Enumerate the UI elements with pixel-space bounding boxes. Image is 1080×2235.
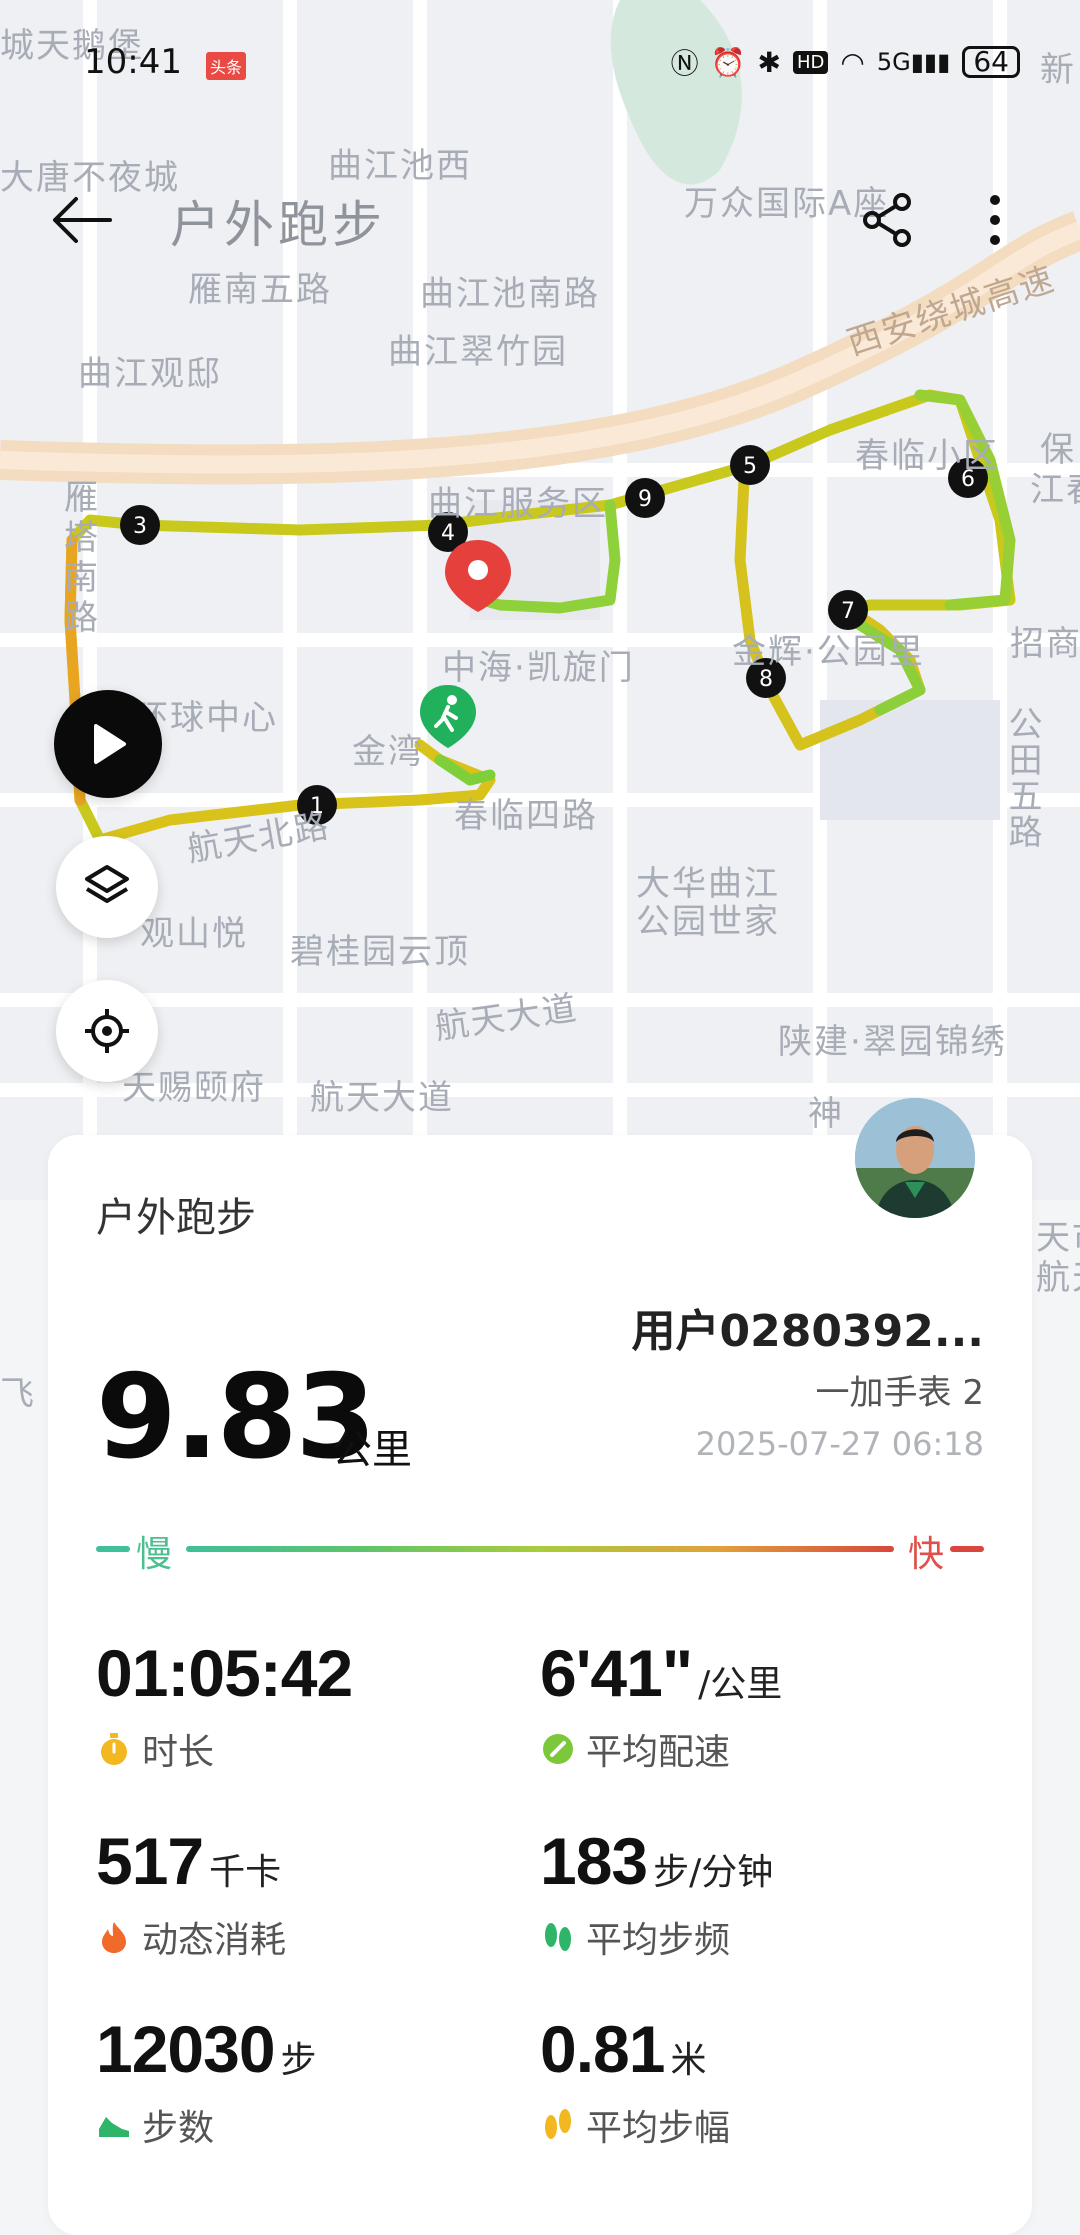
alarm-icon: ⏰ xyxy=(710,45,746,79)
map-label: 观山悦 xyxy=(140,914,248,954)
legend-fast-label: 快 xyxy=(907,1534,944,1575)
pace-legend: 慢 快 xyxy=(96,1525,984,1575)
calories-value: 517 xyxy=(96,1824,204,1898)
bluetooth-icon: ✱ xyxy=(757,45,782,79)
map-label: 金辉·公园里 xyxy=(732,632,925,672)
user-name: 用户0280392... xyxy=(631,1306,984,1357)
shoe-icon xyxy=(99,2117,129,2137)
pace-unit: /公里 xyxy=(698,1664,783,1705)
map-label: 曲江服务区 xyxy=(428,484,608,524)
duration-label: 时长 xyxy=(142,1732,215,1773)
stride-unit: 米 xyxy=(670,2040,707,2081)
cadence-label: 平均步频 xyxy=(586,1920,731,1961)
map-label: 金湾 xyxy=(352,732,424,772)
map-label: 路 xyxy=(64,598,100,638)
avatar[interactable] xyxy=(855,1098,975,1218)
workout-type: 户外跑步 xyxy=(96,1195,256,1241)
distance-unit: 公里 xyxy=(332,1427,412,1473)
pace-label: 平均配速 xyxy=(586,1732,731,1773)
stat-calories: 517 千卡 动态消耗 xyxy=(96,1823,286,1963)
map-label: 曲江翠竹园 xyxy=(388,332,568,372)
map-label: 碧桂园云顶 xyxy=(290,932,470,972)
calories-unit: 千卡 xyxy=(209,1852,282,1893)
workout-datetime: 2025-07-27 06:18 xyxy=(695,1425,984,1463)
map-label: 春临四路 xyxy=(454,796,598,836)
legend-right-cap xyxy=(950,1546,984,1552)
locate-button[interactable] xyxy=(56,980,158,1082)
map-label: 曲江池南路 xyxy=(420,274,600,314)
calories-label: 动态消耗 xyxy=(142,1920,287,1961)
map-label: 春临小区 xyxy=(855,436,999,476)
stat-duration: 01:05:42 时长 xyxy=(96,1635,353,1775)
map-label: 江春 xyxy=(1030,470,1080,510)
signal-icon: 5G▮▮▮ xyxy=(876,48,951,76)
duration-value: 01:05:42 xyxy=(96,1636,353,1710)
layers-icon xyxy=(85,865,129,903)
legend-left-cap xyxy=(96,1546,130,1552)
cadence-value: 183 xyxy=(540,1824,648,1898)
svg-text:7: 7 xyxy=(841,599,855,624)
status-icons: Ⓝ ⏰ ✱ HD ◠ 5G▮▮▮ 64 xyxy=(671,42,1020,82)
svg-text:5: 5 xyxy=(743,454,757,479)
workout-summary-card: 户外跑步 9.83 公里 用户0280392... 一加手表 2 2025-07… xyxy=(48,1135,1032,2235)
start-pin-icon xyxy=(420,685,476,748)
user-photo xyxy=(855,1098,975,1218)
crosshair-icon xyxy=(85,1009,129,1053)
stat-pace: 6'41"/公里 平均配速 xyxy=(540,1635,782,1775)
pace-gradient-bar xyxy=(186,1546,894,1552)
steps-unit: 步 xyxy=(280,2040,317,2081)
km-marker-3: 3 xyxy=(120,505,160,545)
map-label: 雁南五路 xyxy=(188,270,332,310)
footprints-icon xyxy=(545,1923,571,1951)
hd-icon: HD xyxy=(793,50,829,74)
map-label: 航天 xyxy=(1036,1258,1080,1298)
top-bar: 户外跑步 xyxy=(0,175,1080,265)
stride-label: 平均步幅 xyxy=(586,2108,731,2149)
stat-steps: 12030 步 步数 xyxy=(96,2011,317,2151)
map-layers-button[interactable] xyxy=(56,836,158,938)
map-label: 公园世家 xyxy=(636,902,780,942)
steps-label: 步数 xyxy=(142,2108,215,2149)
pace-gauge-icon xyxy=(543,1734,573,1764)
km-marker-9: 9 xyxy=(625,478,665,518)
map-label: 航天大道 xyxy=(310,1078,454,1118)
stopwatch-icon xyxy=(101,1733,127,1765)
legend-slow-label: 慢 xyxy=(136,1534,173,1575)
nfc-icon: Ⓝ xyxy=(670,47,699,80)
pace-value: 6'41" xyxy=(540,1636,693,1710)
steps-value: 12030 xyxy=(96,2012,276,2086)
more-options-icon[interactable] xyxy=(975,190,1015,250)
map-label: 天赐颐府 xyxy=(122,1068,266,1108)
km-marker-5: 5 xyxy=(730,445,770,485)
map-label: 飞 xyxy=(0,1374,36,1414)
stride-footprints-icon xyxy=(545,2109,571,2139)
play-replay-button[interactable] xyxy=(54,690,162,798)
svg-text:9: 9 xyxy=(638,487,652,512)
status-bar: 10:41 头条 Ⓝ ⏰ ✱ HD ◠ 5G▮▮▮ 64 xyxy=(0,30,1080,90)
status-time: 10:41 xyxy=(84,42,182,82)
map-label: 招商 xyxy=(1010,624,1080,664)
flame-icon xyxy=(102,1922,126,1953)
map-label: 神 xyxy=(808,1094,844,1134)
map-label: 曲江观邸 xyxy=(78,354,222,394)
map-label: 公田五路 xyxy=(1002,706,1042,850)
device-name: 一加手表 2 xyxy=(815,1373,984,1413)
cadence-unit: 步/分钟 xyxy=(653,1852,774,1893)
stat-stride: 0.81 米 平均步幅 xyxy=(540,2011,730,2151)
battery-icon: 64 xyxy=(962,46,1020,78)
wifi-icon: ◠ xyxy=(840,45,865,79)
share-icon[interactable] xyxy=(858,190,918,250)
back-arrow-icon[interactable] xyxy=(50,187,116,253)
svg-text:3: 3 xyxy=(133,514,147,539)
page-title: 户外跑步 xyxy=(170,196,386,254)
stat-cadence: 183 步/分钟 平均步频 xyxy=(540,1823,773,1963)
stride-value: 0.81 xyxy=(540,2012,665,2086)
news-notification-icon: 头条 xyxy=(206,52,247,80)
map-label: 陕建·翠园锦绣 xyxy=(778,1022,1007,1062)
map-label: 中海·凯旋门 xyxy=(442,648,635,688)
play-icon xyxy=(94,724,126,764)
